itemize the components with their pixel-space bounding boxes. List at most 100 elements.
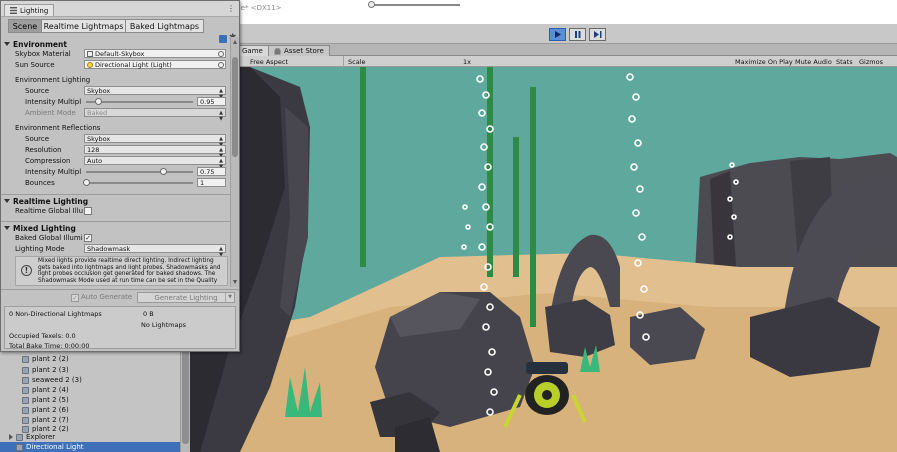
- generate-lighting-button[interactable]: Generate Lighting ▼: [137, 292, 235, 303]
- stats-toggle[interactable]: Stats: [836, 57, 853, 66]
- env-intensity-slider[interactable]: [86, 101, 193, 103]
- hierarchy-item[interactable]: plant 2 (2): [22, 354, 69, 364]
- mixed-lighting-help-box: ! Mixed lights provide realtime direct l…: [15, 256, 228, 286]
- object-picker-icon[interactable]: [218, 51, 224, 57]
- scale-slider-knob[interactable]: [368, 1, 375, 8]
- refl-compression-dropdown[interactable]: Auto▲▼: [84, 156, 226, 170]
- refl-intensity-knob[interactable]: [159, 168, 167, 175]
- env-intensity-knob[interactable]: [95, 98, 103, 105]
- total-bake-time: Total Bake Time: 0:00:00: [9, 342, 90, 350]
- mute-audio-toggle[interactable]: Mute Audio: [795, 57, 832, 66]
- env-source-dropdown[interactable]: Skybox▲▼: [84, 86, 226, 100]
- step-icon: [593, 31, 601, 38]
- lighting-icon: [10, 7, 17, 14]
- env-intensity-field[interactable]: 0.95: [197, 97, 226, 106]
- occupied-texels: Occupied Texels: 0.0: [9, 332, 76, 340]
- mode-realtime-lightmaps-button[interactable]: Realtime Lightmaps: [41, 19, 126, 33]
- gameobject-icon: [22, 355, 29, 363]
- window-menu-icon[interactable]: ⋮: [227, 4, 235, 14]
- lighting-settings-scroll: Environment Skybox Material Default-Skyb…: [1, 37, 230, 287]
- foldout-arrow-icon: [4, 42, 10, 46]
- game-scene-viewport[interactable]: [190, 67, 897, 452]
- bounces-label: Bounces: [25, 179, 55, 187]
- game-view-toolbar: Free Aspect Scale 1x Maximize On Play Mu…: [190, 56, 897, 67]
- gameobject-icon: [16, 433, 23, 441]
- no-lightmaps-text: No Lightmaps: [141, 321, 186, 329]
- scroll-up-icon[interactable]: [233, 40, 237, 44]
- gameobject-icon: [22, 376, 29, 384]
- hierarchy-item[interactable]: plant 2 (6): [22, 405, 69, 415]
- pause-button[interactable]: [569, 28, 586, 41]
- auto-generate-label: Auto Generate: [81, 293, 133, 301]
- gameobject-icon: [22, 366, 29, 374]
- environment-reflections-header: Environment Reflections: [15, 124, 101, 132]
- lightmap-stats-panel: 0 Non-Directional Lightmaps 0 B No Light…: [4, 306, 236, 350]
- material-icon: [87, 50, 93, 57]
- bounces-slider[interactable]: [86, 182, 193, 184]
- auto-generate-checkbox[interactable]: ✓: [71, 294, 79, 302]
- lighting-mode-label: Lighting Mode: [15, 245, 65, 253]
- expand-arrow-icon[interactable]: [9, 434, 13, 440]
- mode-baked-lightmaps-button[interactable]: Baked Lightmaps: [125, 19, 204, 33]
- lightmaps-size: 0 B: [143, 310, 154, 318]
- hierarchy-item[interactable]: seaweed 2 (3): [22, 375, 82, 385]
- refl-resolution-label: Resolution: [25, 146, 62, 154]
- skybox-material-field[interactable]: Default-Skybox: [84, 49, 226, 58]
- lighting-window: Lighting ⋮ Scene Realtime Lightmaps Bake…: [0, 0, 240, 352]
- play-button[interactable]: [549, 28, 566, 41]
- scroll-down-icon[interactable]: [233, 280, 237, 284]
- pause-icon: [575, 31, 581, 38]
- gizmos-dropdown[interactable]: Gizmos: [859, 57, 883, 66]
- maximize-on-play-toggle[interactable]: Maximize On Play: [735, 57, 793, 66]
- foldout-arrow-icon: [4, 199, 10, 203]
- refl-intensity-slider[interactable]: [86, 171, 193, 173]
- refl-source-dropdown[interactable]: Skybox▲▼: [84, 134, 226, 148]
- lighting-window-titlebar[interactable]: Lighting ⋮: [1, 1, 239, 17]
- gameobject-icon: [16, 443, 23, 451]
- bounces-knob[interactable]: [82, 179, 90, 186]
- lighting-mode-dropdown[interactable]: Shadowmask ▲ ▼: [84, 244, 226, 258]
- dropdown-arrow-icon[interactable]: ▼: [225, 293, 234, 302]
- realtime-gi-checkbox[interactable]: [84, 207, 92, 215]
- refl-source-label: Source: [25, 135, 50, 143]
- aspect-dropdown[interactable]: Free Aspect: [250, 57, 288, 66]
- realtime-gi-label: Realtime Global Illu: [15, 207, 83, 215]
- gameobject-icon: [22, 386, 29, 394]
- mode-scene-button[interactable]: Scene: [8, 19, 42, 33]
- bounces-field[interactable]: 1: [197, 178, 226, 187]
- refl-resolution-dropdown[interactable]: 128▲▼: [84, 145, 226, 159]
- section-divider: [1, 194, 230, 195]
- gameobject-icon: [22, 396, 29, 404]
- environment-lighting-header: Environment Lighting: [15, 76, 91, 84]
- sun-source-field[interactable]: Directional Light (Light): [84, 60, 226, 69]
- section-realtime-lighting[interactable]: Realtime Lighting: [1, 196, 230, 206]
- dropdown-arrow-icon: ▲▼: [219, 110, 223, 122]
- baked-gi-checkbox[interactable]: ✓: [84, 234, 92, 242]
- hierarchy-item-explorer[interactable]: Explorer: [16, 432, 55, 442]
- section-environment[interactable]: Environment: [1, 39, 230, 49]
- refl-compression-label: Compression: [25, 157, 71, 165]
- scale-slider-track[interactable]: [370, 4, 460, 6]
- lighting-tab[interactable]: Lighting: [4, 4, 55, 16]
- ambient-mode-label: Ambient Mode: [25, 109, 76, 117]
- hierarchy-item[interactable]: plant 2 (4): [22, 385, 69, 395]
- step-button[interactable]: [589, 28, 606, 41]
- tab-asset-store[interactable]: Asset Store: [268, 45, 330, 56]
- env-intensity-label: Intensity Multiplie: [25, 98, 81, 106]
- gameobject-icon: [22, 406, 29, 414]
- underwater-scene: [190, 67, 897, 452]
- section-divider: [1, 221, 230, 222]
- lighting-scroll-thumb[interactable]: [232, 57, 238, 157]
- tab-game[interactable]: Game: [236, 45, 269, 56]
- hierarchy-item[interactable]: plant 2 (5): [22, 395, 69, 405]
- lighting-scrollbar[interactable]: [230, 37, 239, 287]
- lightmaps-count: 0 Non-Directional Lightmaps: [9, 310, 102, 318]
- generate-bar: ✓ Auto Generate Generate Lighting ▼: [1, 289, 239, 304]
- skybox-material-label: Skybox Material: [15, 50, 71, 58]
- hierarchy-item-selected[interactable]: Directional Light: [0, 442, 180, 452]
- sun-source-label: Sun Source: [15, 61, 55, 69]
- section-mixed-lighting[interactable]: Mixed Lighting: [1, 223, 230, 233]
- refl-intensity-field[interactable]: 0.75: [197, 167, 226, 176]
- hierarchy-item[interactable]: plant 2 (3): [22, 365, 69, 375]
- object-picker-icon[interactable]: [218, 62, 224, 68]
